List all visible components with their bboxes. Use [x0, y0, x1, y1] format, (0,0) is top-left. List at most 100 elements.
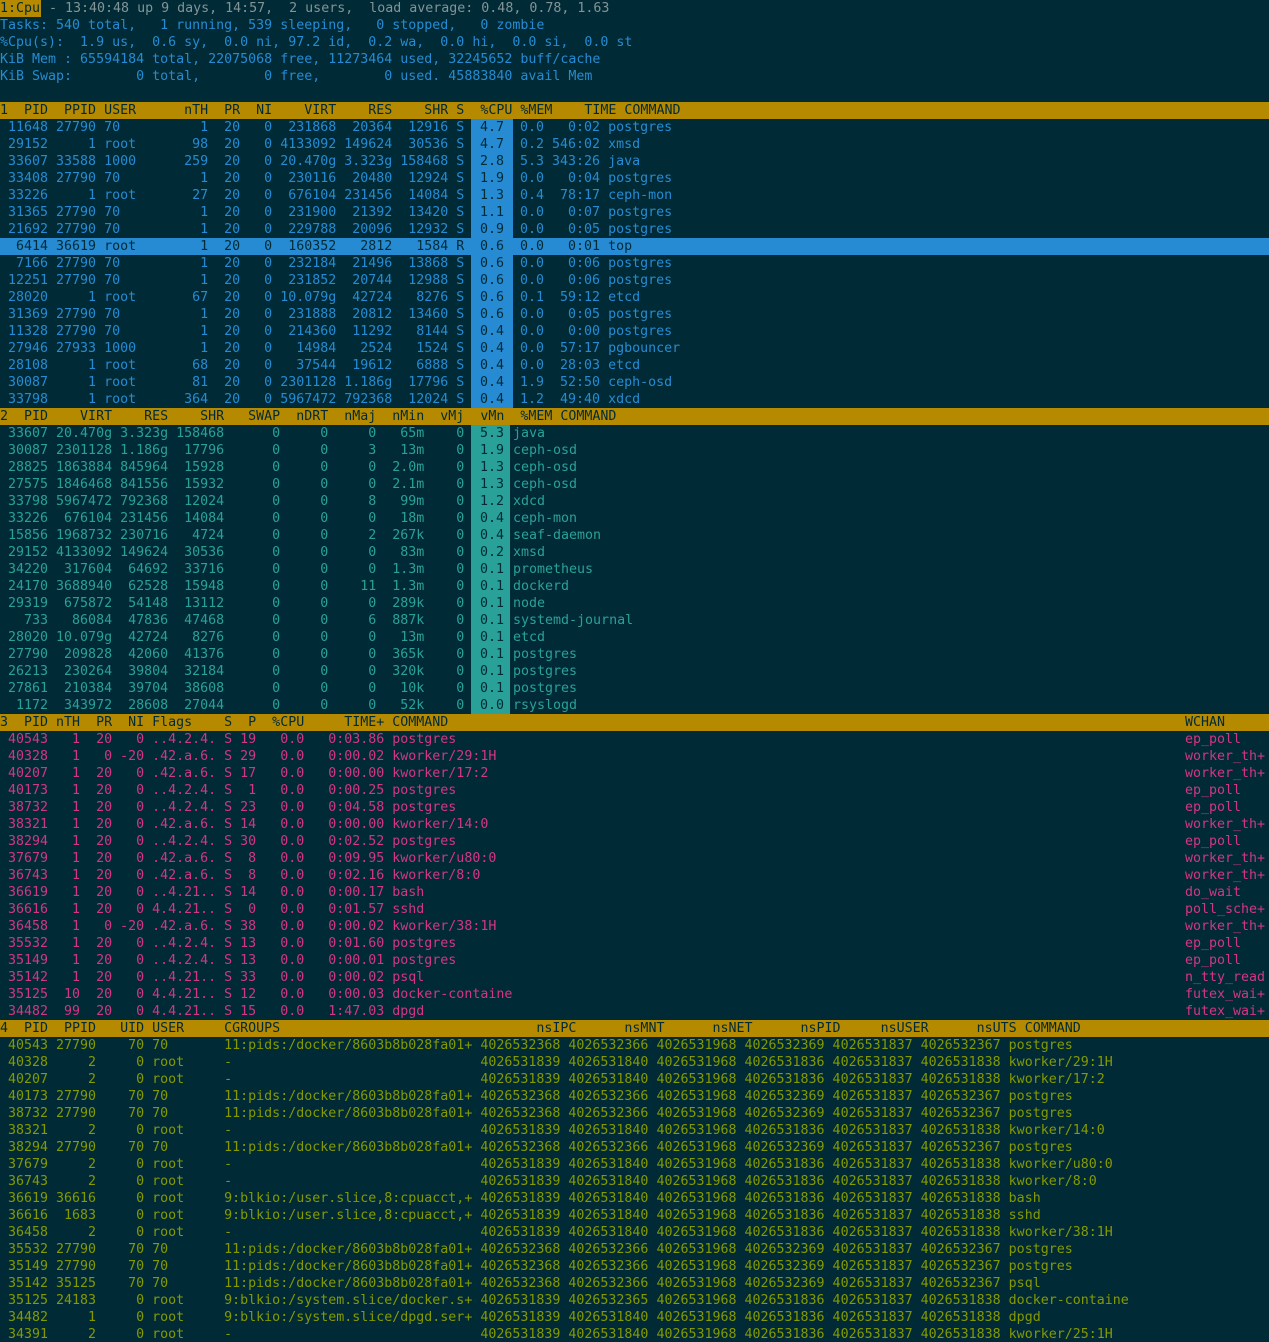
task-row[interactable]: 38732 27790 70 70 11:pids:/docker/8603b8… — [0, 1105, 1269, 1122]
task-row[interactable]: 34482 99 20 0 4.4.21.. S 15 0.0 1:47.03 … — [0, 1003, 1269, 1020]
task-row[interactable]: 40328 1 0 -20 .42.a.6. S 29 0.0 0:00.02 … — [0, 748, 1269, 765]
task-row[interactable]: 35149 1 20 0 ..4.2.4. S 13 0.0 0:00.01 p… — [0, 952, 1269, 969]
task-row[interactable]: 35125 10 20 0 4.4.21.. S 12 0.0 0:00.03 … — [0, 986, 1269, 1003]
window2-header[interactable]: 2 PID VIRT RES SHR SWAP nDRT nMaj nMin v… — [0, 408, 1269, 425]
task-fields: 29152 4133092 149624 30536 0 0 0 83m 0 2… — [0, 545, 513, 560]
task-row[interactable]: 36616 1683 0 root 9:blkio:/user.slice,8:… — [0, 1207, 1269, 1224]
task-row[interactable]: 27946 27933 1000 1 20 0 14984 2524 1524 … — [0, 340, 1269, 357]
task-row[interactable]: 35142 1 20 0 ..4.21.. S 33 0.0 0:00.02 p… — [0, 969, 1269, 986]
task-row[interactable]: 36743 2 0 root - 4026531839 4026531840 4… — [0, 1173, 1269, 1190]
task-row[interactable]: 21692 27790 70 1 20 0 229788 20096 12932… — [0, 221, 1269, 238]
task-row[interactable]: 37679 2 0 root - 4026531839 4026531840 4… — [0, 1156, 1269, 1173]
task-row[interactable]: 27790 209828 42060 41376 0 0 0 365k 0 0 … — [0, 646, 1269, 663]
task-row[interactable]: 40207 2 0 root - 4026531839 4026531840 4… — [0, 1071, 1269, 1088]
task-fields: 35532 1 20 0 ..4.2.4. S 13 0.0 0:01.60 p… — [0, 936, 457, 951]
task-row[interactable]: 34391 2 0 root - 4026531839 4026531840 4… — [0, 1326, 1269, 1342]
mem-percent: 1.3 — [472, 460, 513, 475]
task-row[interactable]: 24170 3688940 62528 15948 0 0 11 1.3m 0 … — [0, 578, 1269, 595]
task-row[interactable]: 33798 1 root 364 20 0 5967472 792368 120… — [0, 391, 1269, 408]
mem-percent: 0.0 — [472, 698, 513, 713]
task-row[interactable]: 28020 1 root 67 20 0 10.079g 42724 8276 … — [0, 289, 1269, 306]
task-row[interactable]: 34482 1 0 root 9:blkio:/system.slice/dpg… — [0, 1309, 1269, 1326]
task-row[interactable]: 38732 1 20 0 ..4.2.4. S 23 0.0 0:04.58 p… — [0, 799, 1269, 816]
task-row[interactable]: 29152 4133092 149624 30536 0 0 0 83m 0 2… — [0, 544, 1269, 561]
task-row[interactable]: 28108 1 root 68 20 0 37544 19612 6888 S … — [0, 357, 1269, 374]
task-row[interactable]: 36616 1 20 0 4.4.21.. S 0 0.0 0:01.57 ss… — [0, 901, 1269, 918]
task-row[interactable]: 38294 27790 70 70 11:pids:/docker/8603b8… — [0, 1139, 1269, 1156]
mem-percent: 0.4 — [472, 511, 513, 526]
window1-header[interactable]: 1 PID PPID USER nTH PR NI VIRT RES SHR S… — [0, 102, 1269, 119]
task-row[interactable]: 31365 27790 70 1 20 0 231900 21392 13420… — [0, 204, 1269, 221]
task-row[interactable]: 40543 1 20 0 ..4.2.4. S 19 0.0 0:03.86 p… — [0, 731, 1269, 748]
task-row[interactable]: 40543 27790 70 70 11:pids:/docker/8603b8… — [0, 1037, 1269, 1054]
task-row[interactable]: 30087 2301128 1.186g 17796 0 0 3 13m 0 7… — [0, 442, 1269, 459]
task-row[interactable]: 33226 676104 231456 14084 0 0 0 18m 0 57… — [0, 510, 1269, 527]
task-row[interactable]: 33607 20.470g 3.323g 158468 0 0 0 65m 0 … — [0, 425, 1269, 442]
task-row[interactable]: 36458 1 0 -20 .42.a.6. S 38 0.0 0:00.02 … — [0, 918, 1269, 935]
task-fields: 11328 27790 70 1 20 0 214360 11292 8144 … — [0, 324, 473, 339]
task-row[interactable]: 12251 27790 70 1 20 0 231852 20744 12988… — [0, 272, 1269, 289]
task-fields: 15856 1968732 230716 4724 0 0 2 267k 0 0 — [0, 528, 513, 543]
task-row[interactable]: 34220 317604 64692 33716 0 0 0 1.3m 0 0 … — [0, 561, 1269, 578]
task-row[interactable]: 29319 675872 54148 13112 0 0 0 289k 0 0 … — [0, 595, 1269, 612]
task-row[interactable]: 15856 1968732 230716 4724 0 0 2 267k 0 0… — [0, 527, 1269, 544]
task-row[interactable]: 26213 230264 39804 32184 0 0 0 320k 0 0 … — [0, 663, 1269, 680]
task-row[interactable]: 31369 27790 70 1 20 0 231888 20812 13460… — [0, 306, 1269, 323]
task-fields: 28020 1 root 67 20 0 10.079g 42724 8276 … — [0, 290, 473, 305]
task-row[interactable]: 40173 1 20 0 ..4.2.4. S 1 0.0 0:00.25 po… — [0, 782, 1269, 799]
task-row[interactable]: 33408 27790 70 1 20 0 230116 20480 12924… — [0, 170, 1269, 187]
task-fields: 21692 27790 70 1 20 0 229788 20096 12932… — [0, 222, 473, 237]
task-row[interactable]: 30087 1 root 81 20 0 2301128 1.186g 1779… — [0, 374, 1269, 391]
window3-header[interactable]: 3 PID nTH PR NI Flags S P %CPU TIME+ COM… — [0, 714, 1269, 731]
task-row[interactable]: 33607 33588 1000 259 20 0 20.470g 3.323g… — [0, 153, 1269, 170]
task-row[interactable]: 27575 1846468 841556 15932 0 0 0 2.1m 0 … — [0, 476, 1269, 493]
task-row[interactable]: 38321 1 20 0 .42.a.6. S 14 0.0 0:00.00 k… — [0, 816, 1269, 833]
task-row[interactable]: 37679 1 20 0 .42.a.6. S 8 0.0 0:09.95 kw… — [0, 850, 1269, 867]
task-row[interactable]: 27861 210384 39704 38608 0 0 0 10k 0 0 0… — [0, 680, 1269, 697]
task-row[interactable]: 40173 27790 70 70 11:pids:/docker/8603b8… — [0, 1088, 1269, 1105]
task-mem-time-command: 0.0 0:05 postgres — [512, 307, 673, 322]
window4-header[interactable]: 4 PID PPID UID USER CGROUPS nsIPC nsMNT … — [0, 1020, 1269, 1037]
swap-text: KiB Swap: 0 total, 0 free, 0 used. 45883… — [0, 69, 593, 84]
task-row[interactable]: 35532 27790 70 70 11:pids:/docker/8603b8… — [0, 1241, 1269, 1258]
task-row[interactable]: 36619 1 20 0 ..4.21.. S 14 0.0 0:00.17 b… — [0, 884, 1269, 901]
task-row[interactable]: 35142 35125 70 70 11:pids:/docker/8603b8… — [0, 1275, 1269, 1292]
mem-percent: 0.1 — [472, 562, 513, 577]
task-row[interactable]: 1172 343972 28608 27044 0 0 0 52k 0 0 0.… — [0, 697, 1269, 714]
task-row[interactable]: 28020 10.079g 42724 8276 0 0 0 13m 0 5 0… — [0, 629, 1269, 646]
task-row[interactable]: 40207 1 20 0 .42.a.6. S 17 0.0 0:00.00 k… — [0, 765, 1269, 782]
task-command: postgres — [513, 664, 578, 679]
task-row[interactable]: 35532 1 20 0 ..4.2.4. S 13 0.0 0:01.60 p… — [0, 935, 1269, 952]
task-row[interactable]: 36458 2 0 root - 4026531839 4026531840 4… — [0, 1224, 1269, 1241]
task-row[interactable]: 35149 27790 70 70 11:pids:/docker/8603b8… — [0, 1258, 1269, 1275]
task-row[interactable]: 33798 5967472 792368 12024 0 0 8 99m 0 0… — [0, 493, 1269, 510]
cpu-percent: 0.6 — [472, 290, 513, 305]
task-row[interactable]: 35125 24183 0 root 9:blkio:/system.slice… — [0, 1292, 1269, 1309]
summary-line-mem: KiB Mem : 65594184 total, 22075068 free,… — [0, 51, 1269, 68]
task-fields: 33798 1 root 364 20 0 5967472 792368 120… — [0, 392, 473, 407]
task-row[interactable]: 11328 27790 70 1 20 0 214360 11292 8144 … — [0, 323, 1269, 340]
mem-percent: 0.1 — [472, 613, 513, 628]
cpu-percent: 0.6 — [472, 307, 513, 322]
task-row[interactable]: 7166 27790 70 1 20 0 232184 21496 13868 … — [0, 255, 1269, 272]
task-row[interactable]: 33226 1 root 27 20 0 676104 231456 14084… — [0, 187, 1269, 204]
task-row[interactable]: 733 86084 47836 47468 0 0 6 887k 0 0 0.1… — [0, 612, 1269, 629]
current-window-tag: 1:Cpu — [0, 0, 41, 17]
task-row[interactable]: 29152 1 root 98 20 0 4133092 149624 3053… — [0, 136, 1269, 153]
task-row[interactable]: 11648 27790 70 1 20 0 231868 20364 12916… — [0, 119, 1269, 136]
task-fields: 29152 1 root 98 20 0 4133092 149624 3053… — [0, 137, 473, 152]
mem-percent: 0.1 — [472, 579, 513, 594]
task-command: postgres — [513, 647, 578, 662]
task-row[interactable]: 36619 36616 0 root 9:blkio:/user.slice,8… — [0, 1190, 1269, 1207]
task-command: ceph-osd — [513, 477, 578, 492]
wchan: worker_th+ — [1185, 868, 1266, 883]
task-row[interactable]: 28825 1863884 845964 15928 0 0 0 2.0m 0 … — [0, 459, 1269, 476]
task-row[interactable]: 6414 36619 root 1 20 0 160352 2812 1584 … — [0, 238, 1269, 255]
task-row[interactable]: 38321 2 0 root - 4026531839 4026531840 4… — [0, 1122, 1269, 1139]
task-fields: 33226 676104 231456 14084 0 0 0 18m 0 57 — [0, 511, 513, 526]
task-command: node — [513, 596, 546, 611]
task-row[interactable]: 36743 1 20 0 .42.a.6. S 8 0.0 0:02.16 kw… — [0, 867, 1269, 884]
task-row[interactable]: 40328 2 0 root - 4026531839 4026531840 4… — [0, 1054, 1269, 1071]
task-row[interactable]: 38294 1 20 0 ..4.2.4. S 30 0.0 0:02.52 p… — [0, 833, 1269, 850]
